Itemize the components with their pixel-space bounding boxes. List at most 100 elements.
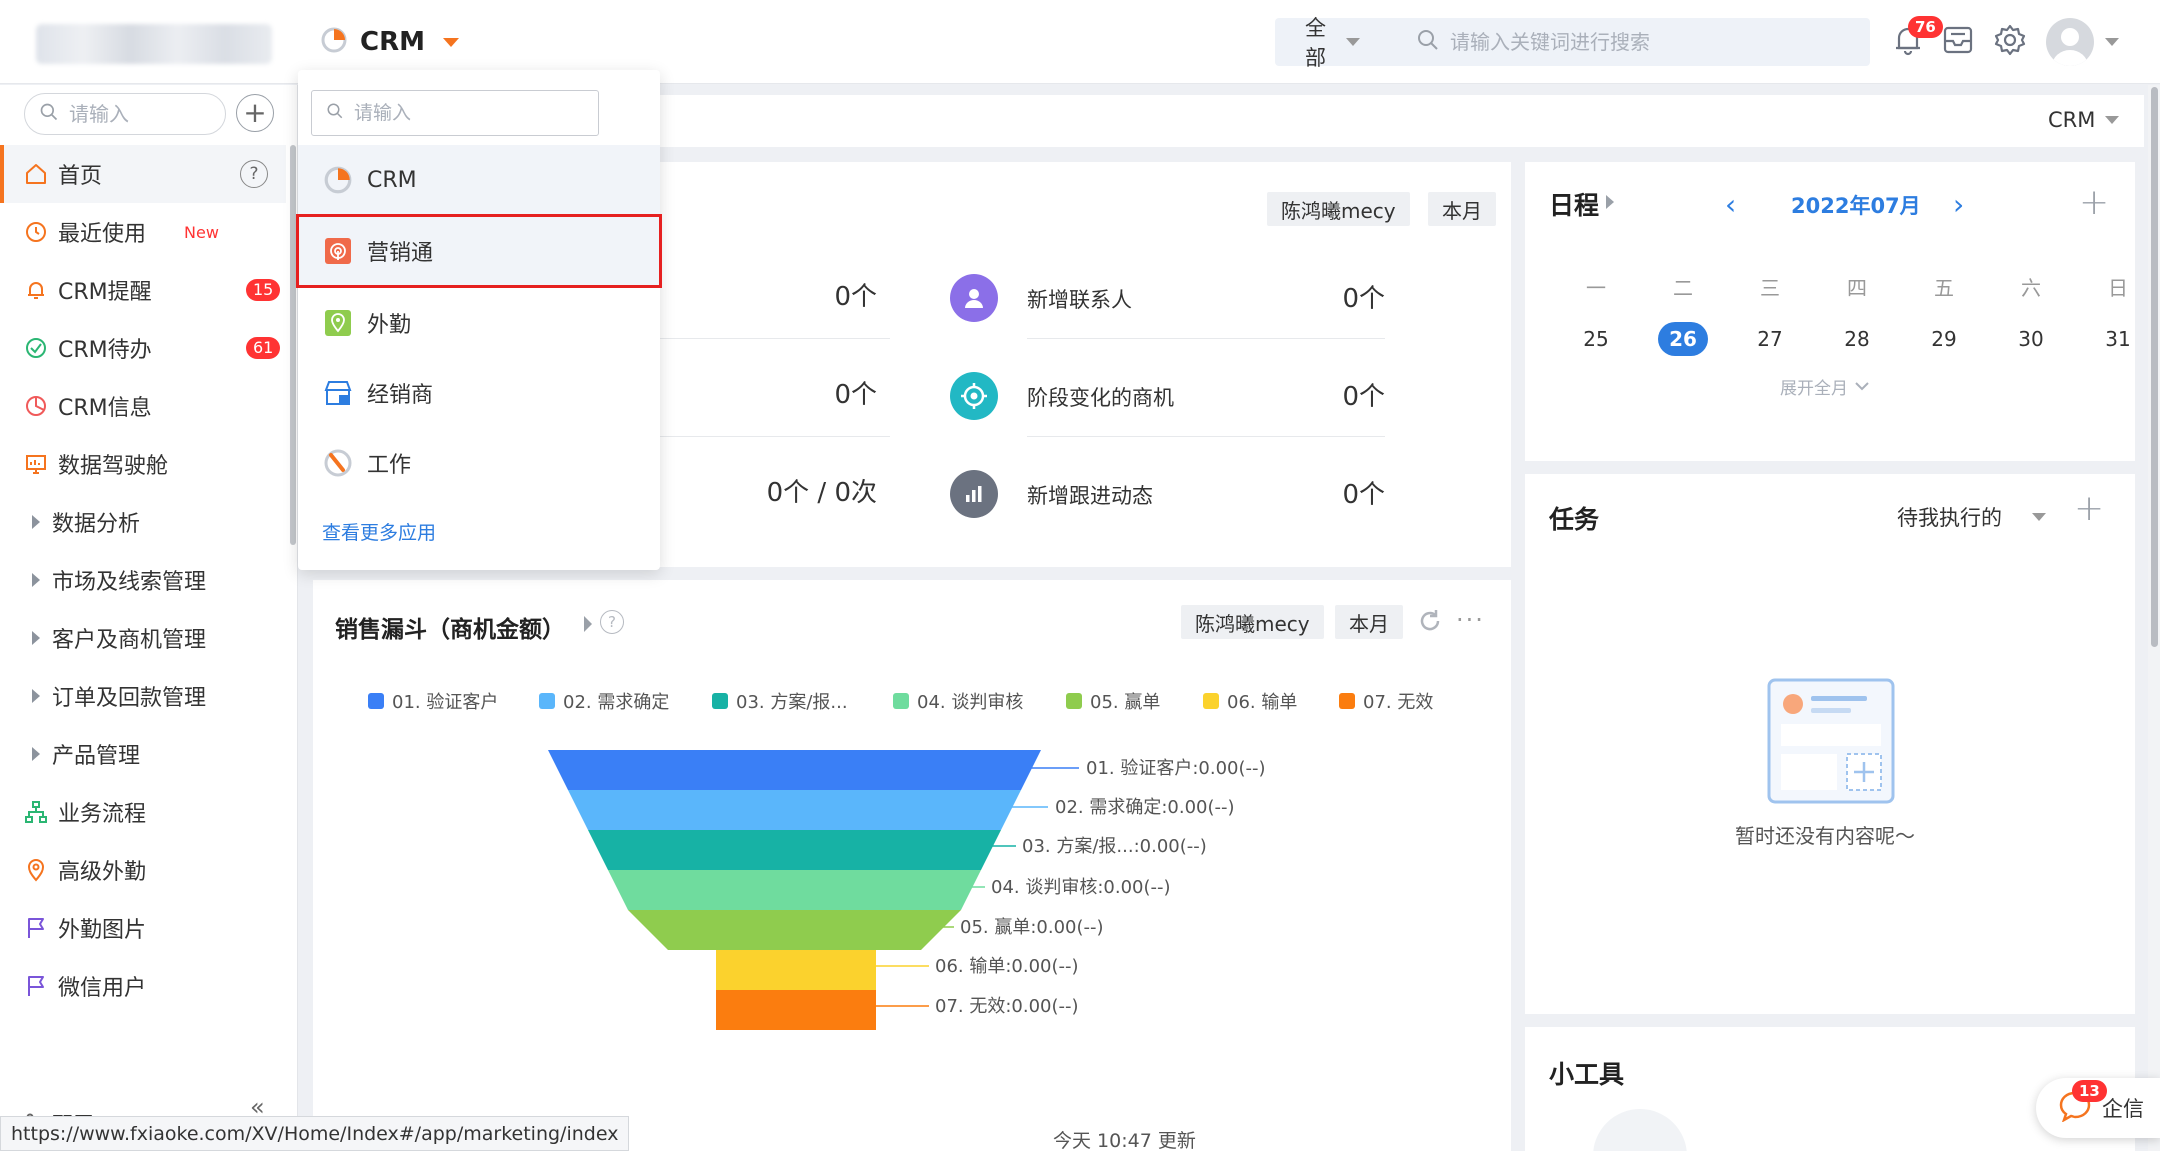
legend-item[interactable]: 02. 需求确定 xyxy=(539,688,669,714)
expand-arrow-icon[interactable] xyxy=(1606,195,1614,209)
legend-item[interactable]: 04. 谈判审核 xyxy=(893,688,1023,714)
notification-button[interactable]: 76 xyxy=(1888,16,1943,62)
sidebar-item-data-cockpit[interactable]: 数据驾驶舱 xyxy=(0,435,286,493)
legend-swatch xyxy=(893,693,909,709)
next-month-icon[interactable]: › xyxy=(1953,188,1964,221)
legend-label: 03. 方案/报... xyxy=(736,692,848,713)
sidebar-item-field-photos[interactable]: 外勤图片 xyxy=(0,899,286,957)
funnel-period-filter[interactable]: 本月 xyxy=(1335,605,1403,639)
expand-month-button[interactable]: 展开全月 xyxy=(1780,374,1870,399)
refresh-icon[interactable] xyxy=(1417,608,1443,639)
count-badge: 61 xyxy=(246,337,281,359)
sidebar-item-customer-opportunity[interactable]: 客户及商机管理 xyxy=(0,609,286,667)
stat-label: 新增联系人 xyxy=(1027,288,1132,312)
funnel-segment-05[interactable] xyxy=(628,910,961,950)
legend-item[interactable]: 05. 赢单 xyxy=(1066,688,1160,714)
add-menu-button[interactable]: + xyxy=(236,94,274,132)
funnel-title: 销售漏斗（商机金额） xyxy=(335,610,565,644)
legend-item[interactable]: 03. 方案/报... xyxy=(712,688,848,714)
task-filter-select[interactable]: 待我执行的 xyxy=(1897,502,2046,532)
calendar-day[interactable]: 28 xyxy=(1832,322,1882,356)
funnel-segment-01[interactable] xyxy=(548,750,1041,790)
app-item-crm[interactable]: CRM xyxy=(298,145,660,215)
legend-item[interactable]: 06. 输单 xyxy=(1203,688,1297,714)
calendar-day[interactable]: 31 xyxy=(2093,322,2143,356)
more-icon[interactable]: ··· xyxy=(1456,606,1485,634)
sidebar-item-data-analysis[interactable]: 数据分析 xyxy=(0,493,286,551)
search-icon xyxy=(1416,28,1440,57)
app-filter-select[interactable]: CRM xyxy=(2048,108,2120,132)
app-item-work[interactable]: 工作 xyxy=(298,428,660,498)
schedule-title[interactable]: 日程 xyxy=(1549,186,1599,222)
legend-item[interactable]: 07. 无效 xyxy=(1339,688,1433,714)
sidebar-item-product[interactable]: 产品管理 xyxy=(0,725,286,783)
funnel-label: 04. 谈判审核:0.00(--) xyxy=(991,877,1171,898)
funnel-segment-07[interactable] xyxy=(716,990,876,1030)
expand-arrow-icon[interactable] xyxy=(584,616,592,632)
company-logo[interactable] xyxy=(36,24,272,64)
sidebar-item-label: 微信用户 xyxy=(58,976,147,1001)
search-scope-select[interactable]: 全部 xyxy=(1275,16,1390,70)
period-filter[interactable]: 本月 xyxy=(1428,192,1496,226)
app-item-field-work[interactable]: 外勤 xyxy=(298,288,660,358)
sidebar-item-market-leads[interactable]: 市场及线索管理 xyxy=(0,551,286,609)
search-icon xyxy=(326,101,344,125)
count-badge: 15 xyxy=(246,279,281,301)
pie-icon xyxy=(24,394,48,418)
app-switcher-label: CRM xyxy=(360,27,425,57)
sidebar-item-advanced-field[interactable]: 高级外勤 xyxy=(0,841,286,899)
help-icon[interactable]: ? xyxy=(600,610,624,634)
owner-filter[interactable]: 陈鸿曦mecy xyxy=(1267,192,1410,226)
sidebar-item-crm-reminder[interactable]: CRM提醒 15 xyxy=(0,261,286,319)
sidebar-item-recent[interactable]: 最近使用 New xyxy=(0,203,286,261)
app-filter-label: CRM xyxy=(2048,108,2096,132)
avatar[interactable] xyxy=(2046,18,2094,66)
legend-label: 04. 谈判审核 xyxy=(917,692,1024,713)
scrollbar-thumb[interactable] xyxy=(2151,87,2158,647)
page-scrollbar[interactable] xyxy=(2148,85,2160,1151)
legend-swatch xyxy=(539,693,555,709)
tool-icon[interactable] xyxy=(1593,1109,1687,1151)
calendar-day[interactable]: 29 xyxy=(1919,322,1969,356)
legend-item[interactable]: 01. 验证客户 xyxy=(368,688,498,714)
sidebar-item-business-flow[interactable]: 业务流程 xyxy=(0,783,286,841)
home-icon xyxy=(24,162,48,186)
more-apps-link[interactable]: 查看更多应用 xyxy=(322,518,436,545)
weekday-label: 二 xyxy=(1673,276,1693,300)
settings-button[interactable] xyxy=(1990,22,2030,62)
sidebar-item-crm-todo[interactable]: CRM待办 61 xyxy=(0,319,286,377)
prev-month-icon[interactable]: ‹ xyxy=(1725,188,1736,221)
weekday-label: 六 xyxy=(2021,276,2041,300)
dealer-icon xyxy=(323,378,353,408)
add-task-icon[interactable]: + xyxy=(2074,488,2104,529)
flag-icon xyxy=(24,974,48,998)
current-month[interactable]: 2022年07月 xyxy=(1791,190,1921,220)
sidebar-scrollbar[interactable] xyxy=(290,145,296,545)
sidebar-item-wechat-users[interactable]: 微信用户 xyxy=(0,957,286,1015)
clock-icon xyxy=(24,220,48,244)
sidebar-item-crm-info[interactable]: CRM信息 xyxy=(0,377,286,435)
search-input[interactable] xyxy=(1450,30,1870,54)
funnel-segment-02[interactable] xyxy=(568,790,1021,830)
funnel-segment-04[interactable] xyxy=(608,870,981,910)
calendar-day[interactable]: 27 xyxy=(1745,322,1795,356)
calendar-day-today[interactable]: 26 xyxy=(1658,322,1708,356)
calendar-day[interactable]: 25 xyxy=(1571,322,1621,356)
funnel-segment-03[interactable] xyxy=(588,830,1001,870)
sidebar-search-input[interactable] xyxy=(69,102,209,126)
funnel-segment-06[interactable] xyxy=(716,950,876,990)
divider xyxy=(660,436,890,437)
app-switcher[interactable]: CRM xyxy=(320,22,459,62)
gear-icon xyxy=(1993,23,2027,62)
calendar-day[interactable]: 30 xyxy=(2006,322,2056,356)
app-item-dealer[interactable]: 经销商 xyxy=(298,358,660,428)
sidebar-item-order-payment[interactable]: 订单及回款管理 xyxy=(0,667,286,725)
app-search-input[interactable] xyxy=(354,102,574,124)
qixin-chat-button[interactable]: 13 企信 xyxy=(2036,1078,2160,1138)
chevron-down-icon[interactable] xyxy=(2105,38,2119,46)
inbox-button[interactable] xyxy=(1938,22,1978,62)
help-icon[interactable]: ? xyxy=(240,160,268,188)
funnel-owner-filter[interactable]: 陈鸿曦mecy xyxy=(1181,605,1324,639)
add-schedule-icon[interactable]: + xyxy=(2079,182,2109,223)
sidebar-item-home[interactable]: 首页 ? xyxy=(0,145,286,203)
